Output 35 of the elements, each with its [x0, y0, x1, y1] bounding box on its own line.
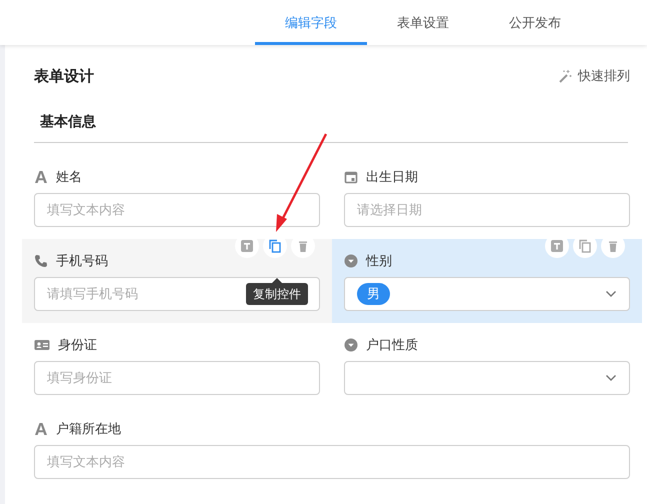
field-label: 手机号码 — [56, 253, 108, 270]
dropdown-circle-icon — [344, 338, 358, 352]
selected-tag: 男 — [357, 283, 390, 305]
letter-a-icon — [34, 422, 48, 436]
letter-a-icon — [34, 170, 48, 184]
input-field[interactable]: 填写文本内容 — [34, 193, 320, 227]
quick-sort-button[interactable]: 快速排列 — [558, 67, 630, 85]
phone-icon — [34, 254, 48, 268]
trash-icon — [296, 239, 310, 253]
field-label: 户籍所在地 — [56, 421, 121, 438]
tab[interactable]: 表单设置 — [367, 0, 479, 45]
trash-icon — [606, 239, 620, 253]
chevron-down-icon — [605, 374, 617, 382]
calendar-icon — [344, 170, 358, 184]
text-square-icon — [550, 239, 564, 253]
tab[interactable]: 公开发布 — [479, 0, 591, 45]
panel-title: 表单设计 — [34, 66, 94, 86]
input-field[interactable]: 请选择日期 — [344, 193, 630, 227]
section-title: 基本信息 — [40, 114, 96, 130]
field-label: 性别 — [366, 253, 392, 270]
field-label: 出生日期 — [366, 169, 418, 186]
magic-wand-icon — [558, 69, 572, 83]
field-label: 户口性质 — [366, 337, 418, 354]
input-field[interactable]: 填写身份证 — [34, 361, 320, 395]
copy-icon — [578, 239, 592, 253]
chevron-down-icon — [605, 290, 617, 298]
select-field[interactable] — [344, 361, 630, 395]
field-label: 姓名 — [56, 169, 82, 186]
copy-icon — [268, 239, 282, 253]
id-card-icon — [34, 338, 50, 352]
tooltip: 复制控件 — [246, 278, 308, 305]
field-label: 身份证 — [58, 337, 97, 354]
dropdown-circle-icon — [344, 254, 358, 268]
text-square-icon — [240, 239, 254, 253]
input-field[interactable]: 填写文本内容 — [34, 445, 630, 479]
